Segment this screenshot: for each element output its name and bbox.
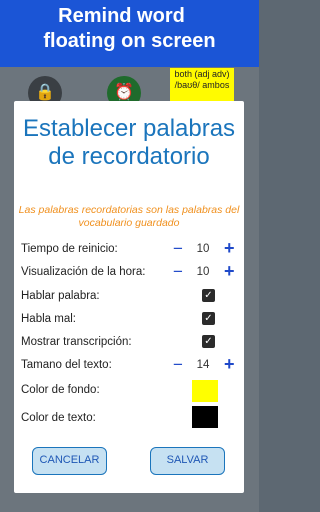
show-transcription-label: Mostrar transcripción: — [21, 336, 132, 348]
banner-line-1: Remind word — [58, 5, 185, 27]
text-size-value: 14 — [196, 359, 210, 371]
text-size-decrement-button[interactable]: − — [173, 355, 183, 375]
display-time-value: 10 — [196, 266, 210, 278]
speak-wrong-label: Habla mal: — [21, 313, 76, 325]
reset-time-decrement-button[interactable]: − — [173, 239, 183, 259]
save-button[interactable]: SALVAR — [150, 447, 225, 475]
row-speak-wrong: Habla mal: ✓ — [21, 310, 239, 332]
dialog-subtitle: Las palabras recordatorias son las palab… — [18, 204, 240, 229]
speak-word-label: Hablar palabra: — [21, 290, 100, 302]
row-reset-time: Tiempo de reinicio: − 10 + — [21, 238, 239, 262]
display-time-label: Visualización de la hora: — [21, 266, 146, 278]
text-color-swatch[interactable] — [192, 406, 218, 428]
banner-line-2: floating on screen — [43, 30, 216, 52]
speak-wrong-checkbox[interactable]: ✓ — [202, 312, 215, 325]
cancel-button[interactable]: CANCELAR — [32, 447, 107, 475]
floating-word-note[interactable]: both (adj adv) /baʊθ/ ambos — [170, 68, 234, 103]
background-bottom — [0, 493, 259, 512]
row-text-size: Tamano del texto: − 14 + — [21, 354, 239, 378]
promo-banner: Remind word floating on screen — [0, 0, 259, 67]
background-color-swatch[interactable] — [192, 380, 218, 402]
speak-word-checkbox[interactable]: ✓ — [202, 289, 215, 302]
row-text-color: Color de texto: — [21, 406, 239, 428]
row-speak-word: Hablar palabra: ✓ — [21, 287, 239, 309]
text-size-increment-button[interactable]: + — [224, 354, 235, 375]
text-color-label: Color de texto: — [21, 412, 96, 424]
row-show-transcription: Mostrar transcripción: ✓ — [21, 333, 239, 355]
row-display-time: Visualización de la hora: − 10 + — [21, 261, 239, 285]
display-time-decrement-button[interactable]: − — [173, 262, 183, 282]
display-time-increment-button[interactable]: + — [224, 261, 235, 282]
background-color-label: Color de fondo: — [21, 384, 100, 396]
reset-time-increment-button[interactable]: + — [224, 238, 235, 259]
text-size-label: Tamano del texto: — [21, 359, 112, 371]
reminder-settings-dialog: Establecer palabras de recordatorio Las … — [14, 101, 244, 493]
row-background-color: Color de fondo: — [21, 380, 239, 402]
dialog-title: Establecer palabras de recordatorio — [22, 115, 236, 170]
show-transcription-checkbox[interactable]: ✓ — [202, 335, 215, 348]
reset-time-label: Tiempo de reinicio: — [21, 243, 118, 255]
reset-time-value: 10 — [196, 243, 210, 255]
